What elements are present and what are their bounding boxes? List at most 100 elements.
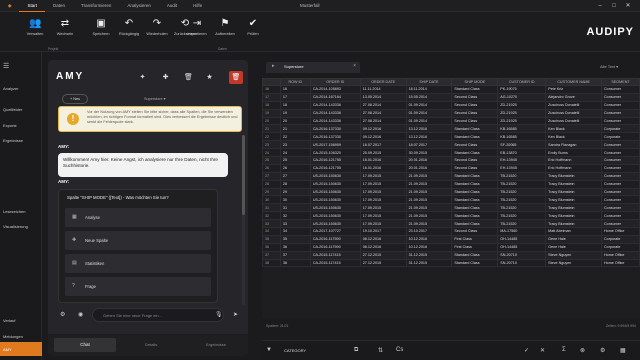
table-cell[interactable]: 01.09.2014 (405, 116, 453, 126)
table-cell[interactable]: Tracy Blumstein (545, 211, 603, 221)
table-cell[interactable]: Consumer (601, 219, 640, 229)
table-cell[interactable]: 20 (262, 116, 281, 126)
table-cell[interactable]: Tracy Blumstein (545, 195, 603, 205)
table-cell[interactable]: 23.10.2017 (405, 227, 453, 236)
minimize-icon[interactable]: – (596, 2, 604, 10)
table-cell[interactable]: MA-17560 (497, 227, 547, 236)
dataset-tab[interactable]: ▸ Superstore × (266, 62, 360, 73)
grid-icon[interactable]: ▦ (620, 347, 626, 354)
speichern-button[interactable]: ▣ Speichern (90, 18, 112, 36)
table-cell[interactable]: 38 (262, 258, 281, 268)
table-cell[interactable]: Steve Nguyen (545, 258, 603, 268)
table-cell[interactable]: 18 (262, 100, 281, 110)
table-cell[interactable]: EB-13870 (497, 148, 547, 158)
nav-item-meldungen[interactable]: Meldungen (3, 334, 23, 339)
table-cell[interactable]: 28 (279, 179, 311, 189)
close-icon[interactable]: ✕ (624, 2, 632, 10)
table-cell[interactable]: SN-20710 (497, 258, 547, 268)
table-cell[interactable]: 16.07.2017 (359, 140, 407, 150)
table-cell[interactable]: AG-10270 (497, 92, 547, 102)
table-cell[interactable]: 24 (262, 148, 281, 158)
table-cell[interactable]: Standard Class (451, 132, 499, 142)
table-cell[interactable]: Tracy Blumstein (545, 187, 603, 197)
table-cell[interactable]: 32 (279, 211, 311, 221)
table-cell[interactable]: 27.08.2014 (359, 116, 407, 126)
table-cell[interactable]: 27.12.2015 (359, 250, 407, 260)
question-input[interactable]: Geben Sie eine neue Frage ein... (92, 308, 224, 322)
table-row[interactable]: 22 22 CA-2016-137330 09.12.2016 13.12.2016 St… (262, 132, 640, 142)
table-cell[interactable]: 19 (262, 108, 281, 118)
nav-item-quellfelder[interactable]: Quellfelder (3, 107, 22, 112)
tab-chat[interactable]: Chat (54, 338, 116, 352)
table-cell[interactable]: CA-2014-143336 (309, 100, 361, 110)
table-cell[interactable]: Corporate (601, 234, 640, 244)
table-cell[interactable]: 21.09.2015 (405, 187, 453, 197)
table-cell[interactable]: 21.09.2015 (405, 203, 453, 213)
table-cell[interactable]: Consumer (601, 140, 640, 150)
table-cell[interactable]: 37 (279, 250, 311, 260)
copy-icon[interactable]: ⧉ (354, 347, 358, 354)
table-cell[interactable]: Steve Nguyen (545, 250, 603, 260)
table-cell[interactable]: CA-2014-143336 (309, 116, 361, 126)
table-cell[interactable]: Consumer (601, 211, 640, 221)
table-cell[interactable]: Consumer (601, 195, 640, 205)
table-cell[interactable]: 23 (262, 140, 281, 150)
column-header[interactable]: ROW ID (279, 78, 311, 86)
table-cell[interactable]: EH-13945 (497, 163, 547, 173)
table-cell[interactable]: Standard Class (451, 219, 499, 229)
table-cell[interactable]: Standard Class (451, 195, 499, 205)
nav-item-ergebnisse[interactable]: Ergebnisse (3, 138, 23, 143)
column-header[interactable]: SHIP DATE (405, 78, 453, 86)
table-cell[interactable]: Consumer (601, 85, 640, 94)
table-cell[interactable]: 23 (279, 140, 311, 150)
table-row[interactable]: 21 21 CA-2016-137330 09.12.2016 13.12.2016 St… (262, 124, 640, 134)
table-cell[interactable]: Standard Class (451, 148, 499, 158)
table-cell[interactable]: Pete Kriz (545, 85, 603, 94)
column-header[interactable]: ORDER ID (309, 78, 361, 86)
table-cell[interactable]: 27 (279, 171, 311, 181)
table-cell[interactable]: 20 (279, 116, 311, 126)
table-cell[interactable]: 22 (262, 132, 281, 142)
table-cell[interactable]: 21 (262, 124, 281, 134)
column-header[interactable]: ORDER DATE (359, 78, 407, 86)
import-button[interactable]: ⇥ Importieren (186, 18, 208, 36)
table-cell[interactable]: Zuschuss Donatelli (545, 116, 603, 126)
table-cell[interactable]: Second Class (451, 163, 499, 173)
column-header[interactable]: SEGMENT (601, 78, 640, 86)
table-cell[interactable]: CA-2015-117415 (309, 258, 361, 268)
table-cell[interactable]: Consumer (601, 171, 640, 181)
table-cell[interactable]: Standard Class (451, 179, 499, 189)
table-cell[interactable]: 27 (262, 171, 281, 181)
table-cell[interactable]: ZD-21925 (497, 116, 547, 126)
table-cell[interactable]: Second Class (451, 116, 499, 126)
table-cell[interactable]: PK-19075 (497, 85, 547, 94)
column-header[interactable]: SHIP MODE (451, 78, 499, 86)
table-cell[interactable]: 17.09.2015 (359, 179, 407, 189)
table-cell[interactable]: SN-20710 (497, 250, 547, 260)
settings-icon[interactable]: ⚙ (600, 347, 605, 354)
table-cell[interactable]: Eric Hoffmann (545, 156, 603, 165)
table-cell[interactable]: CA-2016-137330 (309, 124, 361, 134)
redo-button[interactable]: ↷ Wiederholen (146, 18, 168, 36)
table-cell[interactable]: 25 (262, 156, 281, 165)
table-cell[interactable]: TB-21520 (497, 203, 547, 213)
table-cell[interactable]: CA-2016-117590 (309, 234, 361, 244)
table-cell[interactable]: 29 (279, 187, 311, 197)
table-cell[interactable]: Consumer (601, 187, 640, 197)
table-cell[interactable]: CA-2015-117415 (309, 250, 361, 260)
nav-item-visualisierung[interactable]: Visualisierung (3, 224, 28, 229)
table-row[interactable]: 20 20 CA-2014-143336 27.08.2014 01.09.2014 Se… (262, 116, 640, 126)
table-row[interactable]: 25 25 CA-2016-121755 16.01.2016 20.01.2016 Se… (262, 156, 640, 165)
table-row[interactable]: 19 19 CA-2014-143336 27.08.2014 01.09.2014 Se… (262, 108, 640, 118)
table-cell[interactable]: Standard Class (451, 85, 499, 94)
table-cell[interactable]: US-2015-150630 (309, 171, 361, 181)
table-cell[interactable]: US-2015-150630 (309, 219, 361, 229)
table-cell[interactable]: 20.01.2016 (405, 163, 453, 173)
table-cell[interactable]: CA-2016-137330 (309, 132, 361, 142)
column-header[interactable]: CUSTOMER ID (497, 78, 547, 86)
table-cell[interactable]: 30 (262, 195, 281, 205)
table-cell[interactable]: 33 (279, 219, 311, 229)
wechseln-button[interactable]: ⇄ Wechseln (54, 18, 76, 36)
table-cell[interactable]: Tracy Blumstein (545, 179, 603, 189)
table-cell[interactable]: 13.12.2016 (405, 124, 453, 134)
